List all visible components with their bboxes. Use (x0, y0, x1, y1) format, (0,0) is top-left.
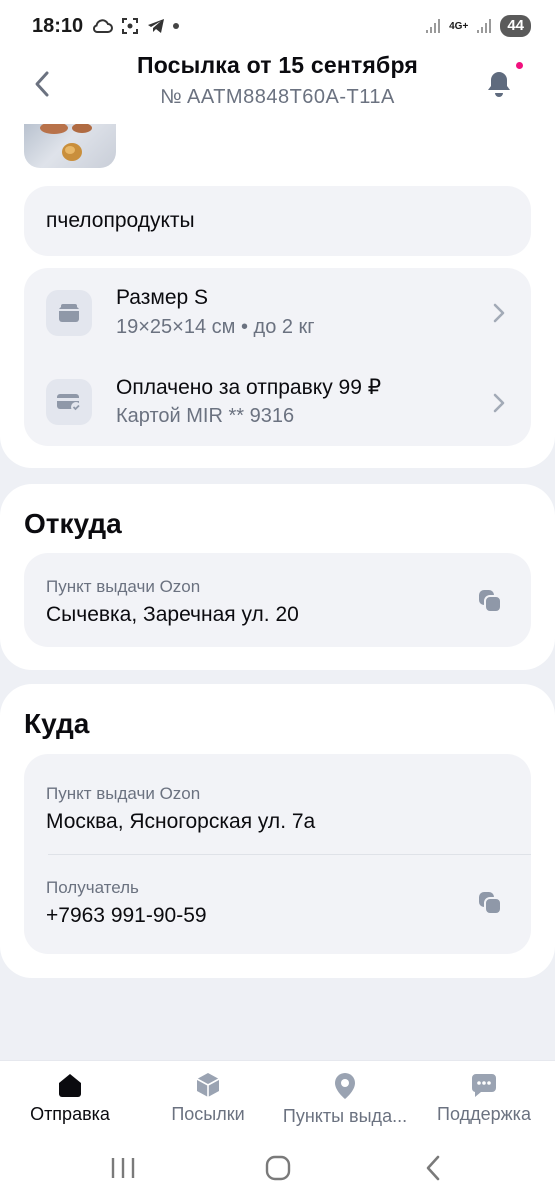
from-card: Пункт выдачи Ozon Сычевка, Заречная ул. … (24, 553, 531, 647)
tab-support[interactable]: Поддержка (424, 1061, 544, 1141)
screenshot-icon (122, 18, 139, 34)
copy-icon (479, 892, 502, 915)
notification-dot-icon (173, 23, 180, 29)
box-icon (59, 304, 79, 322)
to-section: Куда Пункт выдачи Ozon Москва, Ясногорск… (0, 684, 555, 978)
cloud-icon (93, 19, 114, 33)
parcel-icon (196, 1073, 220, 1097)
copy-recipient-button[interactable] (475, 888, 505, 918)
battery-indicator: 44 (500, 15, 531, 37)
tracking-number: № AATM8848T60A-T11A (160, 86, 395, 108)
home-icon (59, 1074, 81, 1097)
back-nav-icon[interactable] (424, 1155, 442, 1181)
chevron-right-icon (493, 393, 505, 413)
signal-icon-2 (477, 19, 492, 33)
tab-pickup-points-label: Пункты выда... (282, 1106, 408, 1126)
chat-icon (471, 1074, 496, 1097)
tab-parcels[interactable]: Посылки (148, 1061, 268, 1141)
card-check-icon (57, 394, 81, 412)
from-section: Откуда Пункт выдачи Ozon Сычевка, Заречн… (0, 484, 555, 670)
telegram-icon (148, 19, 165, 33)
from-address: Сычевка, Заречная ул. 20 (46, 603, 299, 626)
location-pin-icon (335, 1073, 355, 1099)
photo-image (40, 124, 92, 161)
network-type: 4G+ (449, 20, 469, 32)
payment-icon-box (46, 379, 92, 425)
size-icon-box (46, 290, 92, 336)
unread-dot (516, 62, 523, 69)
divider (48, 854, 531, 855)
to-address: Москва, Ясногорская ул. 7а (46, 810, 316, 833)
recent-apps-icon[interactable] (110, 1156, 136, 1180)
to-card: Пункт выдачи Ozon Москва, Ясногорская ул… (24, 754, 531, 954)
home-button-icon[interactable] (265, 1155, 291, 1181)
payment-title: Оплачено за отправку 99 ₽ (116, 376, 382, 399)
tab-pickup-points[interactable]: Пункты выда... (275, 1061, 415, 1141)
copy-icon (479, 590, 502, 613)
bottom-tab-bar: Отправка Посылки Пункты выда... Поддержк… (0, 1060, 555, 1140)
page-title: Посылка от 15 сентября (136, 52, 419, 78)
payment-row[interactable]: Оплачено за отправку 99 ₽ Картой MIR ** … (24, 358, 531, 446)
bell-icon (488, 72, 510, 97)
chevron-right-icon (493, 303, 505, 323)
size-title: Размер S (116, 286, 209, 309)
from-point-label: Пункт выдачи Ozon (46, 577, 201, 596)
status-time: 18:10 (32, 14, 84, 37)
tab-parcels-label: Посылки (171, 1104, 245, 1124)
size-subtitle: 19×25×14 см • до 2 кг (116, 316, 315, 338)
tab-send[interactable]: Отправка (10, 1061, 130, 1141)
tab-support-label: Поддержка (437, 1104, 531, 1124)
to-point-label: Пункт выдачи Ozon (46, 784, 201, 803)
to-title: Куда (24, 708, 90, 739)
parcel-photo[interactable] (24, 124, 116, 168)
page-header: Посылка от 15 сентября № AATM8848T60A-T1… (0, 52, 555, 124)
contents-description: пчелопродукты (46, 209, 195, 232)
system-navigation-bar (0, 1140, 555, 1200)
signal-icon (426, 19, 441, 33)
recipient-label: Получатель (46, 878, 139, 897)
contents-card: пчелопродукты (24, 186, 531, 256)
from-title: Откуда (24, 508, 122, 539)
recipient-phone: +7963 991-90-59 (46, 904, 207, 927)
size-row[interactable]: Размер S 19×25×14 см • до 2 кг (24, 268, 531, 358)
notifications-button[interactable] (479, 62, 523, 104)
copy-from-address-button[interactable] (475, 586, 505, 616)
status-bar: 18:10 4G+ 44 (0, 0, 555, 52)
payment-subtitle: Картой MIR ** 9316 (116, 405, 295, 427)
tab-send-label: Отправка (30, 1104, 110, 1124)
